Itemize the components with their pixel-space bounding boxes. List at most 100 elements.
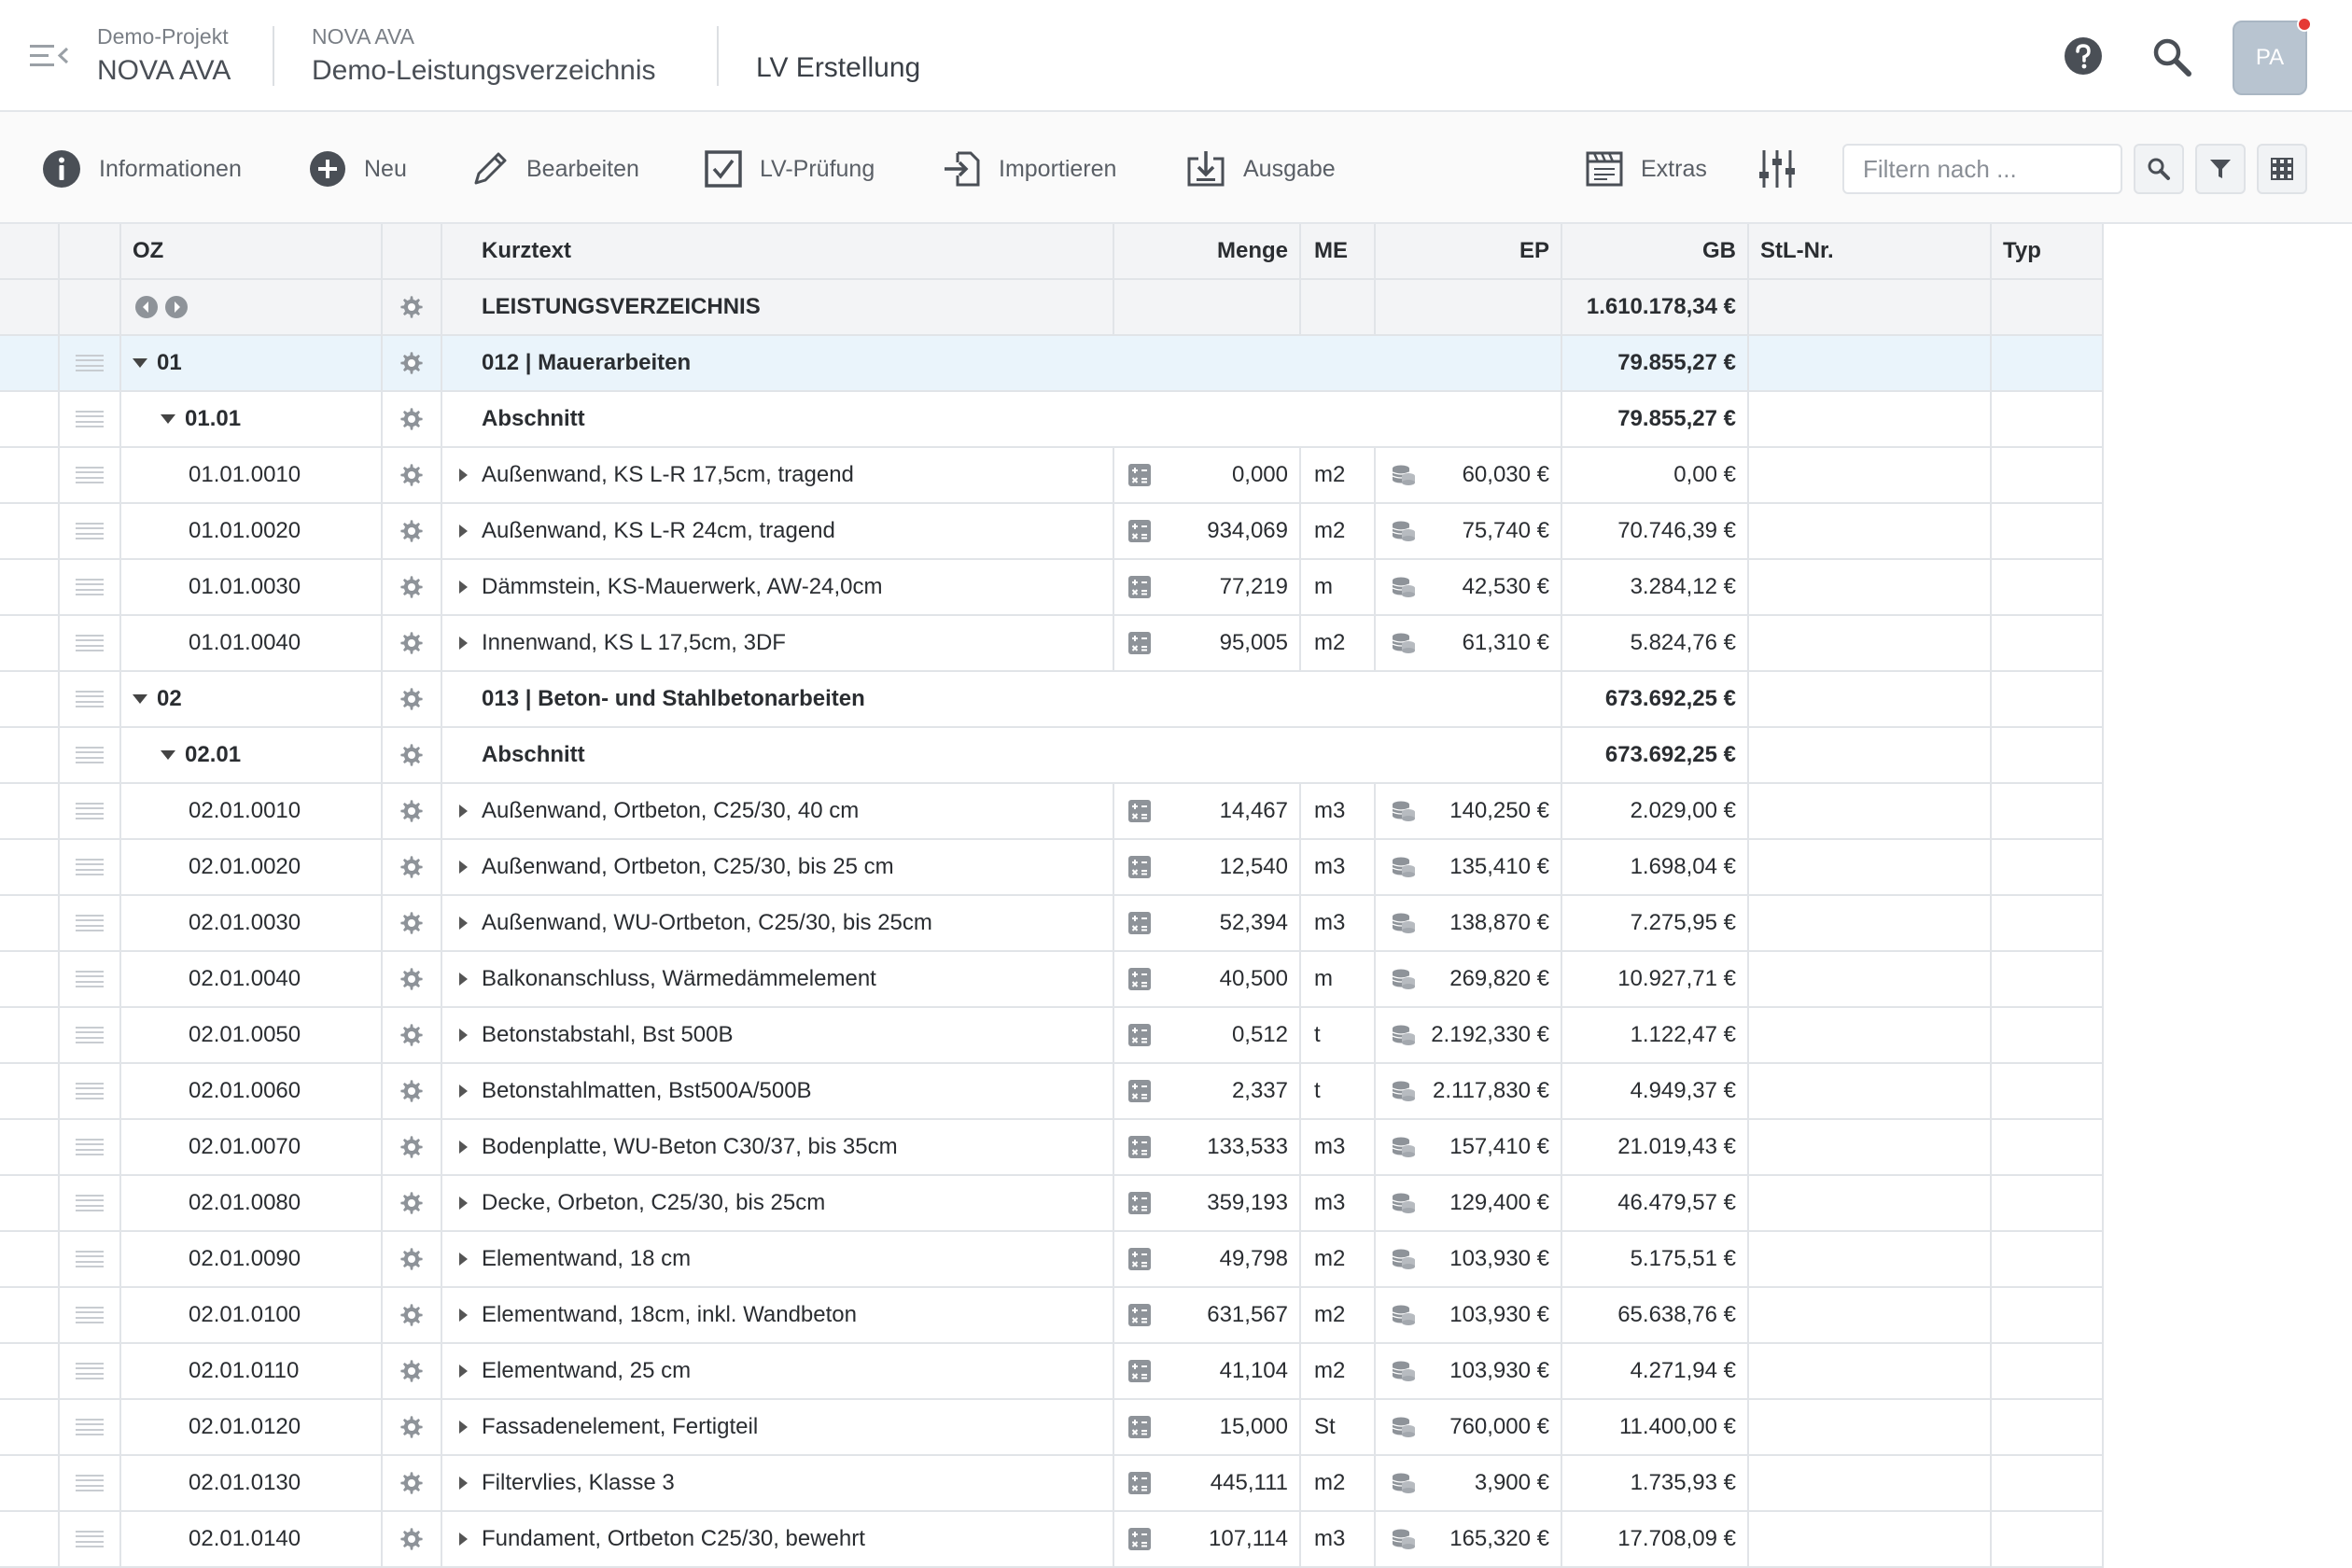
calculator-icon[interactable]	[1127, 1359, 1152, 1383]
row-select-cell[interactable]	[0, 504, 60, 558]
menge-value[interactable]: 15,000	[1152, 1414, 1299, 1440]
position-me[interactable]: m2	[1301, 1288, 1376, 1342]
drag-handle-icon[interactable]	[76, 1139, 104, 1155]
position-me[interactable]: m	[1301, 560, 1376, 614]
position-me[interactable]: m3	[1301, 1176, 1376, 1230]
ep-value[interactable]: 157,410 €	[1417, 1134, 1561, 1160]
typ-cell[interactable]	[1992, 1456, 2104, 1510]
position-row[interactable]: 02.01.0100 Elementwand, 18cm, inkl. Wand…	[0, 1288, 2104, 1344]
ep-value[interactable]: 2.117,830 €	[1417, 1078, 1561, 1104]
drag-handle-icon[interactable]	[76, 747, 104, 763]
stl-cell[interactable]	[1749, 1512, 1992, 1566]
drag-handle-icon[interactable]	[76, 971, 104, 987]
row-select-cell[interactable]	[0, 896, 60, 950]
position-row[interactable]: 01.01.0030 Dämmstein, KS-Mauerwerk, AW-2…	[0, 560, 2104, 616]
expand-text-caret-icon[interactable]	[459, 1029, 468, 1042]
gear-icon[interactable]	[399, 1246, 425, 1272]
breadcrumb-project[interactable]: Demo-Projekt NOVA AVA	[97, 24, 231, 87]
expand-text-caret-icon[interactable]	[459, 1533, 468, 1546]
gear-icon[interactable]	[399, 294, 425, 320]
filter-search-button[interactable]	[2134, 144, 2184, 194]
menge-value[interactable]: 52,394	[1152, 910, 1299, 936]
section-row[interactable]: 01.01 Abschnitt 79.855,27 €	[0, 392, 2104, 448]
drag-handle-icon[interactable]	[76, 1419, 104, 1435]
stl-cell[interactable]	[1749, 504, 1992, 558]
drag-handle-icon[interactable]	[76, 1307, 104, 1323]
row-select-cell[interactable]	[0, 672, 60, 726]
new-button[interactable]: Neu	[308, 146, 407, 192]
calculator-icon[interactable]	[1127, 575, 1152, 599]
extras-button[interactable]: Extras	[1585, 146, 1707, 192]
ep-value[interactable]: 269,820 €	[1417, 966, 1561, 992]
position-row[interactable]: 02.01.0120 Fassadenelement, Fertigteil 1…	[0, 1400, 2104, 1456]
calculator-icon[interactable]	[1127, 1023, 1152, 1047]
stl-cell[interactable]	[1749, 840, 1992, 894]
row-select-cell[interactable]	[0, 1400, 60, 1454]
gear-icon[interactable]	[399, 1022, 425, 1048]
typ-cell[interactable]	[1992, 504, 2104, 558]
row-select-cell[interactable]	[0, 1344, 60, 1398]
calculator-icon[interactable]	[1127, 1247, 1152, 1271]
output-button[interactable]: Ausgabe	[1185, 146, 1336, 192]
position-row[interactable]: 02.01.0140 Fundament, Ortbeton C25/30, b…	[0, 1512, 2104, 1568]
drag-handle-icon[interactable]	[76, 1083, 104, 1099]
expand-text-caret-icon[interactable]	[459, 1197, 468, 1210]
menge-value[interactable]: 49,798	[1152, 1246, 1299, 1272]
row-select-cell[interactable]	[0, 1512, 60, 1566]
drag-handle-icon[interactable]	[76, 355, 104, 371]
calculator-icon[interactable]	[1127, 855, 1152, 879]
position-row[interactable]: 01.01.0040 Innenwand, KS L 17,5cm, 3DF 9…	[0, 616, 2104, 672]
ep-value[interactable]: 60,030 €	[1417, 462, 1561, 488]
column-settings-icon[interactable]	[1757, 147, 1798, 190]
price-coins-icon[interactable]	[1391, 1135, 1417, 1159]
column-header-menge[interactable]: Menge	[1114, 224, 1301, 278]
price-coins-icon[interactable]	[1391, 967, 1417, 991]
drag-handle-icon[interactable]	[76, 915, 104, 931]
avatar[interactable]: PA	[2233, 21, 2307, 95]
position-me[interactable]: m2	[1301, 448, 1376, 502]
expand-text-caret-icon[interactable]	[459, 917, 468, 930]
calculator-icon[interactable]	[1127, 1303, 1152, 1327]
calculator-icon[interactable]	[1127, 799, 1152, 823]
filter-input[interactable]	[1842, 144, 2122, 194]
expand-text-caret-icon[interactable]	[459, 637, 468, 650]
lv-check-button[interactable]: LV-Prüfung	[704, 146, 875, 192]
stl-cell[interactable]	[1749, 616, 1992, 670]
stl-cell[interactable]	[1749, 896, 1992, 950]
price-coins-icon[interactable]	[1391, 575, 1417, 599]
typ-cell[interactable]	[1992, 896, 2104, 950]
position-row[interactable]: 02.01.0040 Balkonanschluss, Wärmedämmele…	[0, 952, 2104, 1008]
menge-value[interactable]: 2,337	[1152, 1078, 1299, 1104]
root-row[interactable]: LEISTUNGSVERZEICHNIS 1.610.178,34 €	[0, 280, 2104, 336]
typ-cell[interactable]	[1992, 1232, 2104, 1286]
expand-text-caret-icon[interactable]	[459, 581, 468, 594]
stl-cell[interactable]	[1749, 784, 1992, 838]
menge-value[interactable]: 0,512	[1152, 1022, 1299, 1048]
menge-value[interactable]: 445,111	[1152, 1470, 1299, 1496]
stl-cell[interactable]	[1749, 448, 1992, 502]
drag-handle-icon[interactable]	[76, 635, 104, 651]
row-select-cell[interactable]	[0, 1008, 60, 1062]
menge-value[interactable]: 95,005	[1152, 630, 1299, 656]
gear-icon[interactable]	[399, 1190, 425, 1216]
stl-cell[interactable]	[1749, 952, 1992, 1006]
position-me[interactable]: t	[1301, 1064, 1376, 1118]
menge-value[interactable]: 359,193	[1152, 1190, 1299, 1216]
price-coins-icon[interactable]	[1391, 519, 1417, 543]
row-select-cell[interactable]	[0, 952, 60, 1006]
gear-icon[interactable]	[399, 798, 425, 824]
edit-button[interactable]: Bearbeiten	[470, 146, 639, 192]
position-me[interactable]: m2	[1301, 616, 1376, 670]
row-select-cell[interactable]	[0, 784, 60, 838]
gear-icon[interactable]	[399, 1526, 425, 1552]
stl-cell[interactable]	[1749, 1288, 1992, 1342]
gear-icon[interactable]	[399, 742, 425, 768]
typ-cell[interactable]	[1992, 560, 2104, 614]
position-me[interactable]: m	[1301, 952, 1376, 1006]
drag-handle-icon[interactable]	[76, 411, 104, 427]
drag-handle-icon[interactable]	[76, 1251, 104, 1267]
position-row[interactable]: 02.01.0090 Elementwand, 18 cm 49,798 m2	[0, 1232, 2104, 1288]
typ-cell[interactable]	[1992, 1344, 2104, 1398]
gear-icon[interactable]	[399, 574, 425, 600]
gear-icon[interactable]	[399, 1358, 425, 1384]
